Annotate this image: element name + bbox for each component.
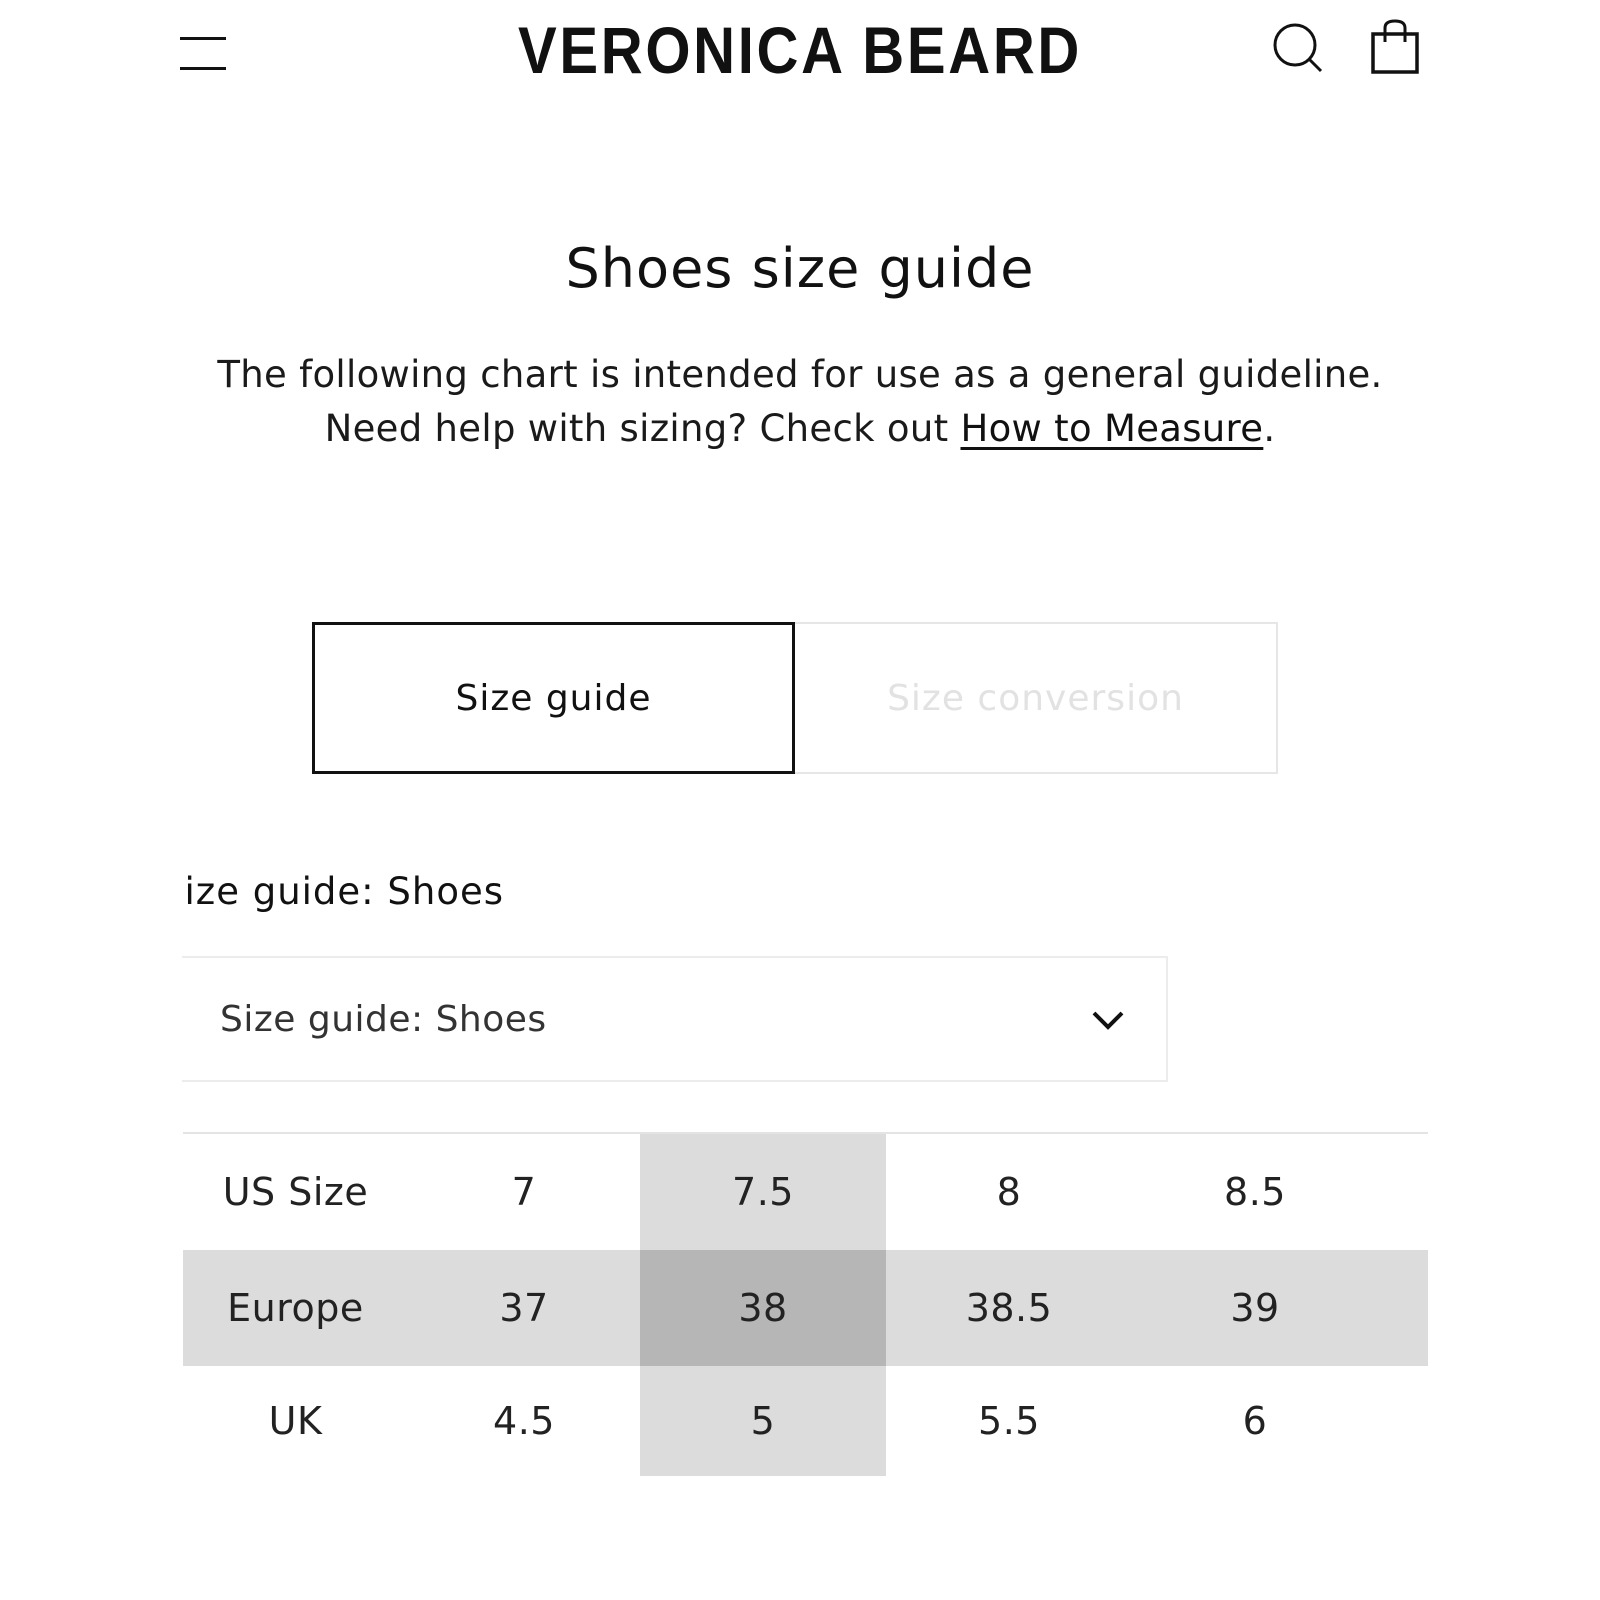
intro-period: . bbox=[1263, 407, 1276, 450]
table-cell: 5.5 bbox=[978, 1399, 1040, 1443]
table-cell: 8.5 bbox=[1224, 1170, 1286, 1214]
row-label: Europe bbox=[227, 1286, 364, 1330]
hamburger-menu-icon[interactable] bbox=[180, 30, 230, 74]
size-guide-select[interactable]: Size guide: Shoes bbox=[150, 956, 1168, 1082]
size-table: US Size 7 7.5 8 8.5 Europe 37 38 38.5 39… bbox=[183, 1132, 1428, 1478]
select-value: Size guide: Shoes bbox=[220, 999, 547, 1040]
table-cell-highlight: 7.5 bbox=[640, 1134, 886, 1250]
row-label: UK bbox=[268, 1399, 323, 1443]
table-cell: 4.5 bbox=[493, 1399, 555, 1443]
intro-text: The following chart is intended for use … bbox=[170, 348, 1430, 456]
table-cell: 37 bbox=[499, 1286, 549, 1330]
tab-size-guide[interactable]: Size guide bbox=[312, 622, 795, 774]
row-label: US Size bbox=[222, 1170, 369, 1214]
table-cell-highlight-intersection: 38 bbox=[640, 1250, 886, 1366]
table-row-uk: UK 4.5 5 5.5 6 bbox=[183, 1366, 1428, 1476]
chevron-down-icon bbox=[1088, 1000, 1128, 1040]
brand-logo[interactable]: VERONICA BEARD bbox=[448, 10, 1152, 90]
table-row-europe: Europe 37 38 38.5 39 bbox=[183, 1250, 1428, 1366]
site-header: VERONICA BEARD bbox=[0, 0, 1600, 110]
table-cell: 8 bbox=[996, 1170, 1022, 1214]
search-icon[interactable] bbox=[1272, 22, 1326, 76]
table-cell: 38.5 bbox=[965, 1286, 1053, 1330]
table-cell: 7 bbox=[511, 1170, 537, 1214]
table-cell: 6 bbox=[1242, 1399, 1268, 1443]
menu-bar-top bbox=[180, 37, 226, 40]
shopping-bag-icon[interactable] bbox=[1370, 18, 1420, 76]
left-edge-mask bbox=[0, 840, 182, 1540]
menu-bar-bottom bbox=[180, 67, 226, 70]
table-cell-highlight: 5 bbox=[640, 1366, 886, 1476]
how-to-measure-link[interactable]: How to Measure bbox=[960, 407, 1263, 450]
tab-size-conversion[interactable]: Size conversion bbox=[793, 622, 1278, 774]
page-title: Shoes size guide bbox=[565, 237, 1035, 300]
size-tabs: Size guide Size conversion bbox=[312, 622, 1278, 774]
table-row-us: US Size 7 7.5 8 8.5 bbox=[183, 1134, 1428, 1250]
section-title: Size guide: Shoes bbox=[160, 870, 505, 913]
table-cell: 39 bbox=[1230, 1286, 1280, 1330]
